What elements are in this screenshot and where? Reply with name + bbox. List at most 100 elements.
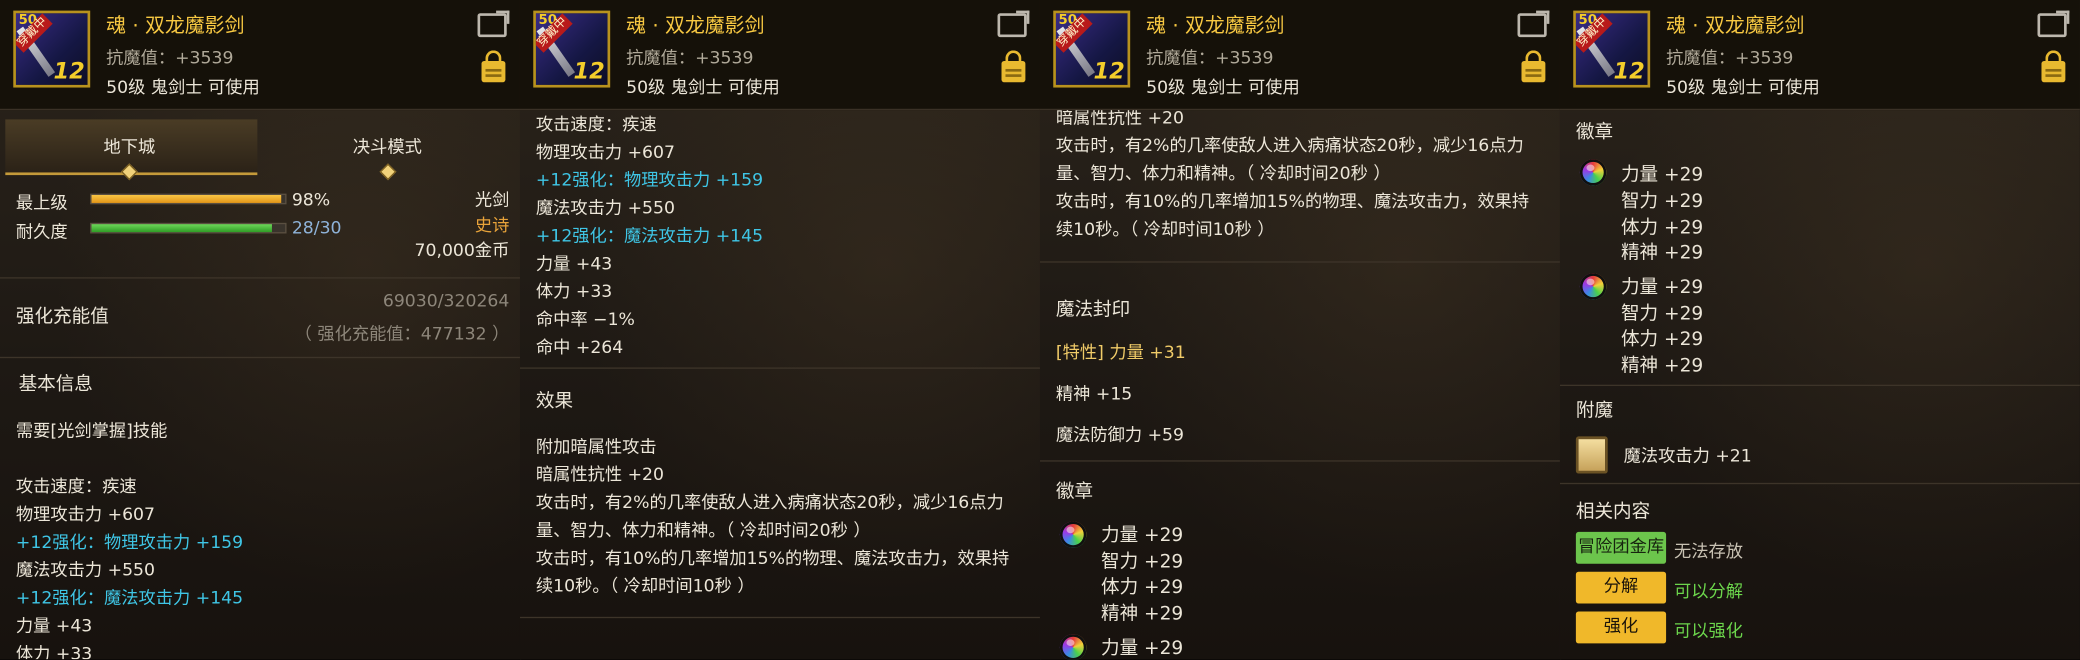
- item-requirement: 50级 鬼剑士 可使用: [1666, 78, 1820, 99]
- durability-fill: [91, 224, 273, 233]
- tooltip-panel-2[interactable]: 50 穿戴中 12 魂 · 双龙魔影剑 抗魔值：+3539 50级 鬼剑士 可使…: [519, 0, 1042, 660]
- stat-line: +12强化：魔法攻击力 +145: [15, 588, 244, 609]
- enchant-stat: 魔法攻击力 +21: [1623, 447, 1752, 467]
- stat-line: 攻击速度：疾速: [535, 115, 657, 136]
- enhance-button[interactable]: 强化: [1575, 611, 1667, 644]
- stat-line: 魔法攻击力 +550: [535, 198, 675, 219]
- panel-body: 攻击速度：疾速 物理攻击力 +607 +12强化：物理攻击力 +159 魔法攻击…: [519, 109, 1040, 659]
- lock-icon[interactable]: [481, 50, 506, 83]
- divider: [0, 356, 520, 359]
- divider: [1039, 460, 1560, 462]
- item-resist: 抗魔值：+3539: [626, 49, 754, 69]
- icon-upgrade-level: 12: [1093, 58, 1125, 85]
- panel-body: 暗属性抗性 +20 攻击时，有2%的几率使敌人进入病痛状态20秒，减少16点力 …: [1039, 109, 1560, 660]
- durability-text: 28/30: [291, 218, 342, 239]
- effect-line: 攻击时，有2%的几率使敌人进入病痛状态20秒，减少16点力: [535, 493, 1004, 514]
- item-resist: 抗魔值：+3539: [1146, 49, 1274, 69]
- adventure-vault-status: 无法存放: [1674, 542, 1744, 563]
- stat-line: 力量 +43: [535, 254, 613, 275]
- emblem-stat: 体力 +29: [1620, 217, 1704, 239]
- skill-requirement: 需要[光剑掌握]技能: [15, 421, 168, 442]
- emblem-stat: 精神 +29: [1620, 242, 1704, 264]
- effect-line: 量、智力、体力和精神。（ 冷却时间20秒 ）: [535, 521, 871, 542]
- weapon-type: 光剑: [474, 191, 510, 211]
- effect-title: 效果: [535, 391, 574, 413]
- emblem-orb-icon: [1579, 159, 1607, 186]
- tooltip-panel-3[interactable]: 50 穿戴中 12 魂 · 双龙魔影剑 抗魔值：+3539 50级 鬼剑士 可使…: [1039, 0, 1562, 660]
- emblem-stat: 智力 +29: [1620, 191, 1704, 213]
- item-requirement: 50级 鬼剑士 可使用: [106, 78, 260, 99]
- effect-line: 攻击时，有2%的几率使敌人进入病痛状态20秒，减少16点力: [1055, 136, 1524, 157]
- stat-line: 体力 +33: [535, 282, 613, 303]
- tab-dungeon[interactable]: 地下城: [103, 133, 155, 158]
- item-requirement: 50级 鬼剑士 可使用: [626, 78, 780, 99]
- item-icon[interactable]: 50 穿戴中 12: [1573, 10, 1651, 88]
- item-resist: 抗魔值：+3539: [1666, 49, 1794, 69]
- panel-body: 徽章 力量 +29 智力 +29 体力 +29 精神 +29 力量 +29 智力…: [1559, 109, 2080, 659]
- stat-line: +12强化：魔法攻击力 +145: [535, 226, 764, 247]
- effect-line: 攻击时，有10%的几率增加15%的物理、魔法攻击力，效果持: [535, 549, 1010, 570]
- enhance-status: 可以强化: [1674, 622, 1744, 643]
- effect-line: 附加暗属性攻击: [535, 437, 657, 458]
- item-name: 魂 · 双龙魔影剑: [1666, 13, 1805, 38]
- stat-line: 攻击速度：疾速: [15, 477, 137, 498]
- emblem-stat: 体力 +29: [1100, 577, 1184, 599]
- divider: [0, 277, 520, 279]
- item-name: 魂 · 双龙魔影剑: [1146, 13, 1285, 38]
- effect-line: 暗属性抗性 +20: [535, 465, 665, 486]
- emblem-stat: 体力 +29: [1620, 328, 1704, 351]
- top-level-fill: [91, 194, 282, 203]
- item-icon[interactable]: 50 穿戴中 12: [533, 10, 611, 88]
- divider: [1559, 384, 2080, 387]
- share-icon[interactable]: [477, 13, 507, 38]
- lock-icon[interactable]: [2041, 50, 2066, 83]
- icon-upgrade-level: 12: [53, 58, 85, 85]
- effect-line: 续10秒。（ 冷却时间10秒 ）: [1055, 220, 1275, 241]
- price: 70,000金币: [414, 241, 510, 262]
- item-header: 50 穿戴中 12 魂 · 双龙魔影剑 抗魔值：+3539 50级 鬼剑士 可使…: [519, 0, 1040, 111]
- adventure-vault-button[interactable]: 冒险团金库: [1575, 531, 1667, 564]
- effect-line: 量、智力、体力和精神。（ 冷却时间20秒 ）: [1055, 164, 1391, 185]
- icon-upgrade-level: 12: [573, 58, 605, 85]
- charge-total: （ 强化充能值：477132 ）: [294, 324, 510, 345]
- tab-duel[interactable]: 决斗模式: [353, 133, 422, 158]
- emblem-stat: 力量 +29: [1620, 164, 1704, 186]
- item-header: 50 穿戴中 12 魂 · 双龙魔影剑 抗魔值：+3539 50级 鬼剑士 可使…: [1039, 0, 1560, 111]
- lock-icon[interactable]: [1001, 50, 1026, 83]
- share-icon[interactable]: [1517, 13, 1547, 38]
- stat-line: 物理攻击力 +607: [15, 505, 155, 526]
- stat-line: 体力 +33: [15, 644, 93, 660]
- lock-icon[interactable]: [1521, 50, 1546, 83]
- rarity: 史诗: [474, 216, 510, 237]
- basic-info-title: 基本信息: [18, 374, 93, 396]
- stat-line: 力量 +43: [15, 616, 93, 637]
- effect-line: 攻击时，有10%的几率增加15%的物理、魔法攻击力，效果持: [1055, 192, 1530, 213]
- item-resist: 抗魔值：+3539: [106, 49, 234, 69]
- share-icon[interactable]: [2037, 13, 2067, 38]
- item-icon[interactable]: 50 穿戴中 12: [13, 10, 91, 88]
- tooltip-panel-4[interactable]: 50 穿戴中 12 魂 · 双龙魔影剑 抗魔值：+3539 50级 鬼剑士 可使…: [1559, 0, 2080, 660]
- emblem-stat: 力量 +29: [1620, 277, 1704, 299]
- divider: [519, 616, 1040, 619]
- charge-value: 69030/320264: [382, 291, 510, 312]
- panel-body: 地下城 决斗模式 最上级 98% 耐久度 28/30 光剑 史诗 70,000金…: [0, 109, 520, 659]
- icon-upgrade-level: 12: [1613, 58, 1645, 85]
- seal-title: 魔法封印: [1055, 299, 1131, 322]
- stat-line: +12强化：物理攻击力 +159: [535, 171, 764, 192]
- emblem-title: 徽章: [1055, 481, 1094, 503]
- tooltip-panel-1[interactable]: 50 穿戴中 12 魂 · 双龙魔影剑 抗魔值：+3539 50级 鬼剑士 可使…: [0, 0, 522, 660]
- durability-label: 耐久度: [15, 222, 68, 243]
- stat-line: +12强化：物理攻击力 +159: [15, 533, 244, 554]
- stat-line: 命中 +264: [535, 338, 624, 359]
- emblem-stat: 力量 +29: [1100, 638, 1184, 660]
- divider: [1039, 261, 1560, 263]
- emblem-orb-icon: [1059, 521, 1087, 548]
- share-icon[interactable]: [997, 13, 1027, 38]
- disassemble-button[interactable]: 分解: [1575, 571, 1667, 604]
- seal-mdef: 魔法防御力 +59: [1055, 425, 1185, 446]
- item-icon[interactable]: 50 穿戴中 12: [1053, 10, 1131, 88]
- emblem-title: 徽章: [1575, 122, 1614, 144]
- emblem-orb-icon: [1579, 273, 1607, 300]
- tab-duel-marker: [379, 163, 397, 181]
- stat-line: 命中率 −1%: [535, 310, 635, 331]
